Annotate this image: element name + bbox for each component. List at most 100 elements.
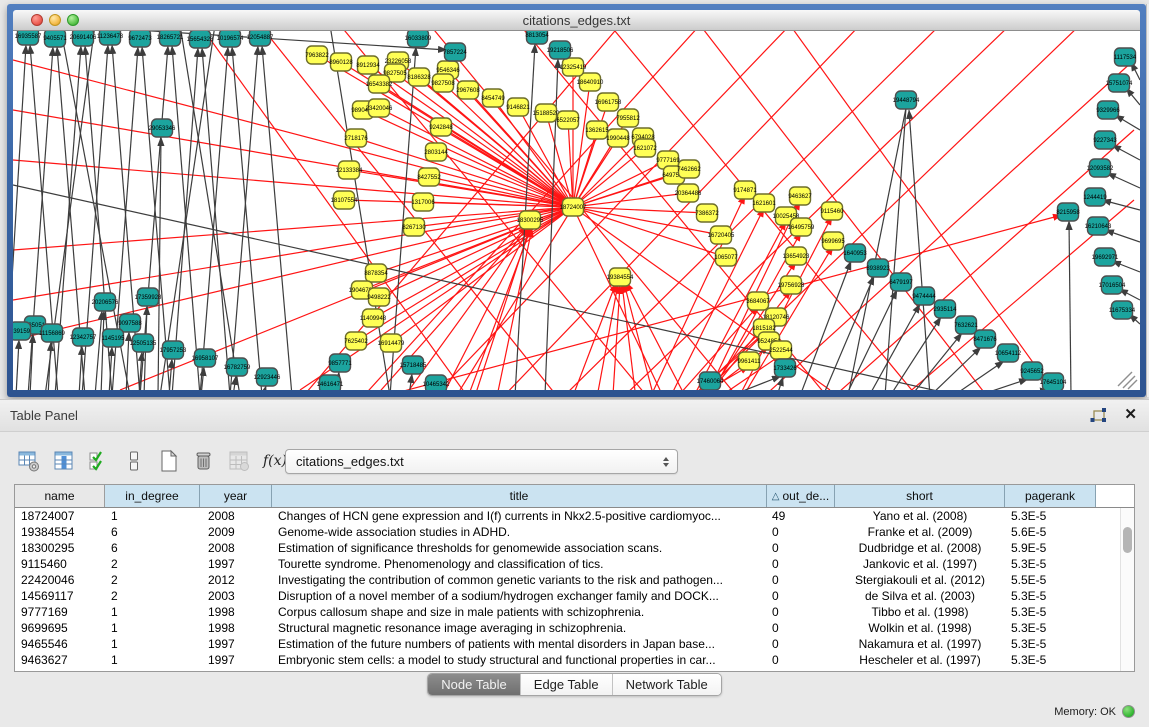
graph-node[interactable]: 17645104: [1040, 373, 1067, 390]
table-row[interactable]: 946362711997Embryonic stem cells: a mode…: [15, 652, 1134, 668]
graph-node[interactable]: 16720405: [708, 226, 735, 244]
graph-node[interactable]: 8215958: [1056, 203, 1080, 221]
table-cell[interactable]: 0: [767, 621, 835, 635]
table-cell[interactable]: 2012: [200, 573, 272, 587]
graph-node[interactable]: 16543382: [366, 75, 393, 93]
graph-node[interactable]: 1244419: [1083, 188, 1107, 206]
table-cell[interactable]: 6: [105, 541, 200, 555]
table-row[interactable]: 1938455462009Genome-wide association stu…: [15, 524, 1134, 540]
table-cell[interactable]: 0: [767, 541, 835, 555]
graph-node[interactable]: 12923446: [254, 368, 281, 386]
graph-node[interactable]: 10196574: [217, 31, 244, 47]
graph-node[interactable]: 17359928: [135, 288, 162, 306]
table-cell[interactable]: 0: [767, 637, 835, 651]
table-cell[interactable]: 14569117: [15, 589, 105, 603]
graph-node[interactable]: 6479197: [889, 273, 913, 291]
graph-node[interactable]: 11156869: [39, 324, 65, 342]
graph-node[interactable]: 19692971: [1092, 248, 1119, 266]
graph-node[interactable]: 18107554: [331, 191, 358, 209]
graph-node[interactable]: 9961411: [738, 352, 762, 370]
table-row[interactable]: 911546021997Tourette syndrome. Phenomeno…: [15, 556, 1134, 572]
table-cell[interactable]: 19384554: [15, 525, 105, 539]
column-header-in_degree[interactable]: in_degree: [105, 485, 200, 507]
graph-node[interactable]: 7632621: [954, 316, 978, 334]
table-cell[interactable]: 18724007: [15, 509, 105, 523]
graph-node[interactable]: 17016504: [1099, 276, 1126, 294]
graph-node[interactable]: 9498222: [367, 288, 391, 306]
graph-node[interactable]: 7462662: [677, 160, 701, 178]
table-cell[interactable]: 9777169: [15, 605, 105, 619]
graph-node[interactable]: 9405571: [43, 31, 67, 47]
table-cell[interactable]: 5.3E-5: [1005, 653, 1096, 667]
network-canvas[interactable]: 7963822896012889129342322605898275051654…: [13, 31, 1140, 390]
table-cell[interactable]: 5.3E-5: [1005, 637, 1096, 651]
table-cell[interactable]: 5.3E-5: [1005, 589, 1096, 603]
table-cell[interactable]: 1997: [200, 653, 272, 667]
table-cell[interactable]: 22420046: [15, 573, 105, 587]
table-cell[interactable]: Nakamura et al. (1997): [835, 637, 1005, 651]
table-cell[interactable]: Yano et al. (2008): [835, 509, 1005, 523]
graph-node[interactable]: 16210643: [1085, 217, 1112, 235]
graph-node[interactable]: 16782759: [224, 358, 251, 376]
table-row[interactable]: 946554611997Estimation of the future num…: [15, 636, 1134, 652]
table-cell[interactable]: Dudbridge et al. (2008): [835, 541, 1005, 555]
table-cell[interactable]: Structural magnetic resonance image aver…: [272, 621, 767, 635]
table-row[interactable]: 977716911998Corpus callosum shape and si…: [15, 604, 1134, 620]
table-cell[interactable]: 18300295: [15, 541, 105, 555]
graph-node[interactable]: 16935587: [15, 31, 42, 45]
graph-node[interactable]: 1317006: [411, 193, 435, 211]
table-cell[interactable]: 0: [767, 605, 835, 619]
table-cell[interactable]: 5.9E-5: [1005, 541, 1096, 555]
graph-node[interactable]: 15654328: [187, 31, 214, 48]
table-cell[interactable]: 1997: [200, 637, 272, 651]
table-cell[interactable]: 1: [105, 637, 200, 651]
graph-node[interactable]: 11236478: [97, 31, 124, 45]
graph-node[interactable]: 18265721: [157, 31, 184, 46]
table-cell[interactable]: Tibbo et al. (1998): [835, 605, 1005, 619]
delete-table-icon[interactable]: [226, 448, 252, 474]
graph-node[interactable]: 1990448: [606, 129, 630, 147]
graph-node[interactable]: 7625402: [344, 332, 368, 350]
delete-column-icon[interactable]: [191, 448, 217, 474]
network-graph[interactable]: 7963822896012889129342322605898275051654…: [13, 31, 1140, 390]
graph-node[interactable]: 8813054: [525, 31, 549, 44]
table-cell[interactable]: 5.3E-5: [1005, 509, 1096, 523]
graph-node[interactable]: 3684067: [746, 292, 770, 310]
minimize-window-button[interactable]: [49, 14, 61, 26]
graph-node[interactable]: 16495759: [788, 218, 815, 236]
table-cell[interactable]: 9465546: [15, 637, 105, 651]
column-header-short[interactable]: short: [835, 485, 1005, 507]
graph-node[interactable]: 2803144: [424, 143, 448, 161]
graph-node[interactable]: 15751074: [1106, 74, 1133, 92]
graph-node[interactable]: 1145195: [102, 329, 126, 347]
table-cell[interactable]: 9699695: [15, 621, 105, 635]
graph-node[interactable]: 8912934: [356, 56, 380, 74]
table-row[interactable]: 2242004622012Investigating the contribut…: [15, 572, 1134, 588]
graph-node[interactable]: 12342757: [70, 328, 97, 346]
close-panel-icon[interactable]: ✕: [1124, 405, 1137, 423]
graph-node[interactable]: 9474444: [912, 287, 936, 305]
graph-node[interactable]: 19756928: [778, 276, 805, 294]
graph-node[interactable]: 9827508: [431, 74, 455, 92]
graph-node[interactable]: 20206576: [92, 293, 119, 311]
table-cell[interactable]: Genome-wide association studies in ADHD.: [272, 525, 767, 539]
graph-node[interactable]: 1733426: [773, 359, 797, 377]
graph-node[interactable]: 8960128: [329, 53, 353, 71]
graph-node[interactable]: 9329966: [1096, 101, 1120, 119]
function-builder-icon[interactable]: f(x): [261, 448, 287, 474]
graph-node[interactable]: 17460064: [697, 372, 724, 390]
graph-node[interactable]: 9115460: [821, 202, 845, 220]
graph-node[interactable]: 1640953: [843, 244, 867, 262]
resize-grip-icon[interactable]: [1118, 372, 1137, 389]
table-cell[interactable]: 5.6E-5: [1005, 525, 1096, 539]
graph-node[interactable]: 6522057: [556, 111, 580, 129]
graph-node[interactable]: 12093582: [1087, 159, 1114, 177]
graph-node[interactable]: 9672473: [128, 31, 152, 47]
table-cell[interactable]: 2: [105, 557, 200, 571]
network-window-titlebar[interactable]: citations_edges.txt: [13, 10, 1140, 31]
table-cell[interactable]: Tourette syndrome. Phenomenology and cla…: [272, 557, 767, 571]
graph-node[interactable]: 2935114: [934, 300, 958, 318]
graph-node[interactable]: 16914479: [378, 334, 405, 352]
close-window-button[interactable]: [31, 14, 43, 26]
graph-node[interactable]: 9242848: [429, 118, 453, 136]
